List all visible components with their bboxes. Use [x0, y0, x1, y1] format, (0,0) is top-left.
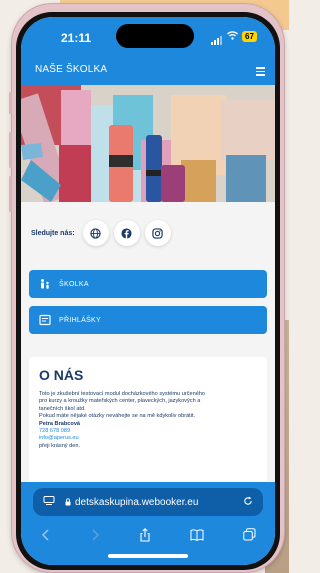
wifi-icon	[227, 27, 238, 45]
nav-button-prihlasky[interactable]: PŘIHLÁŠKY	[29, 306, 267, 334]
nav-button-skolka[interactable]: ŠKOLKA	[29, 270, 267, 298]
page-content: Sledujte nás: ŠKOLKA PŘIHLÁŠKY O NÁS Tot…	[21, 202, 275, 507]
signal-icon	[211, 27, 223, 45]
social-links: Sledujte nás:	[31, 220, 171, 246]
about-line: tanečních škol atd.	[39, 405, 86, 412]
reader-mode-icon[interactable]	[43, 493, 55, 511]
status-icons: 67	[211, 27, 257, 45]
about-line: Pokud máte nějaké otázky neváhejte se na…	[39, 413, 196, 420]
contact-phone[interactable]: 728 678 089	[39, 428, 253, 435]
family-icon	[39, 278, 51, 290]
closing-text: přeji krásný den.	[39, 442, 81, 449]
app-header: NAŠE ŠKOLKA	[21, 57, 275, 85]
tabs-icon[interactable]	[242, 528, 256, 546]
hero-image	[21, 85, 275, 202]
back-icon[interactable]	[41, 528, 51, 546]
browser-toolbar: detskaskupina.webooker.eu	[21, 482, 275, 565]
forward-icon[interactable]	[90, 528, 100, 546]
volume-down-button	[9, 176, 12, 212]
hamburger-menu-icon[interactable]	[256, 67, 265, 76]
contact-name: Petra Brabcová	[39, 420, 81, 427]
share-icon[interactable]	[139, 527, 151, 547]
about-text: Toto je zkušební testovací modul docházk…	[39, 391, 253, 450]
battery-indicator: 67	[242, 30, 257, 42]
nav-label: PŘIHLÁŠKY	[59, 316, 101, 324]
facebook-icon[interactable]	[113, 220, 140, 246]
nav-label: ŠKOLKA	[59, 280, 89, 288]
globe-icon[interactable]	[82, 220, 109, 246]
url-text: detskaskupina.webooker.eu	[75, 496, 199, 508]
status-bar: 21:11 67	[21, 17, 275, 57]
app-title[interactable]: NAŠE ŠKOLKA	[35, 64, 107, 75]
form-icon	[39, 314, 51, 326]
contact-email[interactable]: info@aperus.eu	[39, 435, 253, 442]
instagram-icon[interactable]	[144, 220, 171, 246]
address-bar[interactable]: detskaskupina.webooker.eu	[33, 488, 263, 516]
browser-nav-buttons	[21, 526, 275, 548]
dynamic-island	[116, 24, 194, 48]
about-title: O NÁS	[39, 367, 84, 383]
about-line: Toto je zkušební testovací modul docházk…	[39, 391, 206, 397]
lock-icon	[65, 493, 71, 511]
home-indicator	[108, 554, 188, 558]
reload-icon[interactable]	[243, 493, 253, 511]
volume-up-button	[9, 132, 12, 168]
status-time: 21:11	[61, 31, 92, 45]
silent-switch	[9, 92, 12, 114]
bookmarks-icon[interactable]	[190, 528, 204, 546]
social-label: Sledujte nás:	[31, 229, 75, 237]
phone-screen: 21:11 67 NAŠE ŠKOLKA Sledujte nás: ŠKOLK…	[21, 17, 275, 565]
about-line: pro kurzy a kroužky mateřských center, p…	[39, 398, 201, 405]
